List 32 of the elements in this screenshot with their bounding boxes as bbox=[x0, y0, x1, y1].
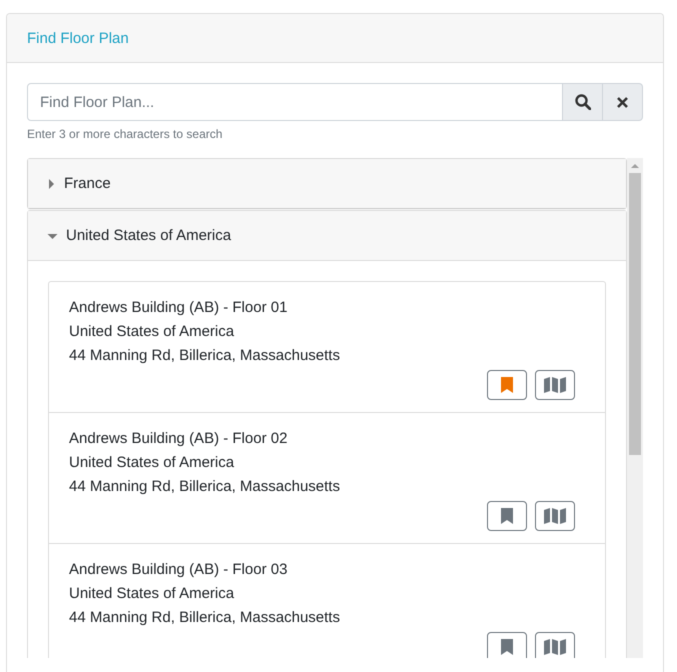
bookmark-button[interactable] bbox=[487, 370, 527, 400]
floor-country: United States of America bbox=[69, 584, 234, 604]
clear-button[interactable] bbox=[603, 83, 643, 121]
panel-title: Find Floor Plan bbox=[27, 30, 129, 46]
floor-name: Andrews Building (AB) - Floor 03 bbox=[69, 560, 288, 580]
bookmark-button[interactable] bbox=[487, 632, 527, 658]
country-header[interactable]: France bbox=[28, 159, 626, 208]
search-icon bbox=[574, 94, 590, 110]
search-button[interactable] bbox=[563, 83, 603, 121]
scrollbar[interactable] bbox=[627, 158, 643, 658]
country-header[interactable]: United States of America bbox=[28, 211, 626, 261]
search-field[interactable]: Find Floor Plan... bbox=[27, 83, 563, 121]
floor-name: Andrews Building (AB) - Floor 02 bbox=[69, 429, 288, 449]
floor-address: 44 Manning Rd, Billerica, Massachusetts bbox=[69, 346, 340, 366]
map-icon bbox=[544, 508, 566, 524]
floor-name: Andrews Building (AB) - Floor 01 bbox=[69, 298, 288, 318]
map-icon bbox=[544, 377, 566, 393]
bookmark-icon bbox=[501, 377, 513, 393]
search-hint: Enter 3 or more characters to search bbox=[27, 127, 224, 141]
caret-icon bbox=[47, 178, 56, 188]
close-icon bbox=[617, 96, 628, 108]
map-button[interactable] bbox=[535, 501, 575, 531]
floor-country: United States of America bbox=[69, 453, 234, 473]
floor-address: 44 Manning Rd, Billerica, Massachusetts bbox=[69, 477, 340, 497]
floor-address: 44 Manning Rd, Billerica, Massachusetts bbox=[69, 608, 340, 628]
map-icon bbox=[544, 639, 566, 655]
floor-country: United States of America bbox=[69, 322, 234, 342]
map-button[interactable] bbox=[535, 632, 575, 658]
map-button[interactable] bbox=[535, 370, 575, 400]
bookmark-icon bbox=[501, 508, 513, 524]
bookmark-button[interactable] bbox=[487, 501, 527, 531]
bookmark-icon bbox=[501, 639, 513, 655]
